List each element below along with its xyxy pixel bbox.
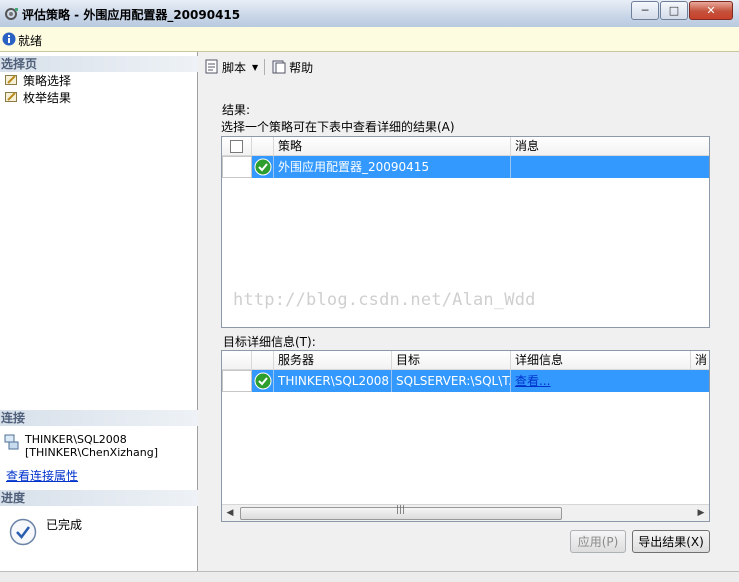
help-button[interactable]: 帮助	[269, 59, 315, 76]
window-title: 评估策略 - 外围应用配置器_20090415	[22, 8, 241, 22]
connection-server: THINKER\SQL2008	[25, 433, 127, 446]
message-column-header[interactable]: 消息	[511, 137, 709, 155]
status-cell	[252, 370, 274, 392]
close-icon: ✕	[706, 4, 716, 17]
target-details-label: 目标详细信息(T):	[223, 335, 316, 349]
page-icon	[5, 92, 17, 102]
minimize-button[interactable]: ─	[631, 1, 659, 20]
details-grid-header: 服务器 目标 详细信息 消	[222, 351, 709, 370]
details-cell: 查看...	[511, 370, 709, 392]
view-details-link[interactable]: 查看...	[515, 374, 550, 388]
page-item-policy-selection[interactable]: 策略选择	[5, 72, 71, 88]
results-grid-header: 策略 消息	[222, 137, 709, 156]
target-column-header[interactable]: 目标	[392, 351, 511, 369]
page-item-label: 枚举结果	[23, 90, 72, 105]
message-cell	[511, 156, 709, 178]
script-icon	[205, 59, 218, 74]
table-row[interactable]: THINKER\SQL2008 SQLSERVER:\SQL\T... 查看..…	[222, 370, 709, 392]
maximize-icon: □	[668, 4, 680, 17]
results-label: 结果:	[222, 103, 251, 117]
page-item-label: 策略选择	[23, 73, 72, 88]
select-all-cell	[222, 137, 252, 155]
info-icon	[2, 32, 16, 46]
left-pane: 选择页 策略选择 枚举结果 连接 THINKER\SQL2008 [THINKE…	[0, 52, 198, 571]
results-instruction: 选择一个策略可在下表中查看详细的结果(A)	[221, 120, 455, 134]
horizontal-scrollbar[interactable]: ◀ ||| ▶	[222, 504, 709, 521]
window-bottom-edge	[0, 571, 739, 582]
message-column-header-truncated[interactable]: 消	[691, 351, 709, 369]
help-icon	[272, 60, 286, 74]
policy-column-header[interactable]: 策略	[274, 137, 511, 155]
policy-cell: 外围应用配置器_20090415	[274, 156, 511, 178]
success-check-icon	[254, 372, 272, 390]
target-cell: SQLSERVER:\SQL\T...	[392, 370, 511, 392]
details-blank-header	[222, 351, 252, 369]
status-bar: 就绪	[0, 27, 739, 52]
select-all-checkbox[interactable]	[230, 140, 243, 153]
view-connection-properties-link[interactable]: 查看连接属性	[6, 467, 78, 484]
status-column-header	[252, 137, 274, 155]
completed-icon	[9, 518, 37, 546]
details-status-header	[252, 351, 274, 369]
scrollbar-thumb[interactable]: |||	[240, 505, 562, 520]
page-item-enumeration-results[interactable]: 枚举结果	[5, 89, 71, 105]
status-text: 就绪	[18, 34, 43, 48]
close-button[interactable]: ✕	[689, 1, 733, 20]
toolbar-separator	[264, 59, 266, 75]
row-checkbox-cell[interactable]	[222, 156, 252, 178]
page-icon	[5, 75, 17, 85]
chevron-down-icon: ▼	[252, 62, 259, 72]
target-details-grid[interactable]: 服务器 目标 详细信息 消 THINKER\SQL2008 SQLSERVER:…	[221, 350, 710, 522]
script-button[interactable]: 脚本 ▼	[202, 59, 260, 76]
select-page-header: 选择页	[0, 56, 198, 72]
title-bar: 评估策略 - 外围应用配置器_20090415 ─ □ ✕	[0, 0, 739, 28]
connection-header: 连接	[0, 410, 198, 426]
maximize-button[interactable]: □	[660, 1, 688, 20]
server-icon	[4, 434, 19, 450]
progress-header: 进度	[0, 490, 198, 506]
row-blank-cell	[222, 370, 252, 392]
export-results-button[interactable]: 导出结果(X)	[632, 530, 710, 553]
scroll-right-icon[interactable]: ▶	[693, 505, 709, 521]
apply-button[interactable]: 应用(P)	[570, 530, 626, 553]
script-label: 脚本	[222, 60, 247, 75]
grip-icon: |||	[396, 505, 406, 515]
right-pane: 脚本 ▼ 帮助 结果: 选择一个策略可在下表中查看详细的结果(A) 策略 消息	[198, 52, 739, 571]
table-row[interactable]: 外围应用配置器_20090415	[222, 156, 709, 178]
toolbar: 脚本 ▼ 帮助	[202, 56, 315, 78]
server-column-header[interactable]: 服务器	[274, 351, 392, 369]
scroll-left-icon[interactable]: ◀	[222, 505, 238, 521]
success-check-icon	[254, 158, 272, 176]
help-label: 帮助	[289, 60, 314, 75]
minimize-icon: ─	[641, 4, 649, 17]
progress-status: 已完成	[46, 518, 83, 532]
server-cell: THINKER\SQL2008	[274, 370, 392, 392]
watermark: http://blog.csdn.net/Alan_Wdd	[233, 290, 536, 310]
connection-user: [THINKER\ChenXizhang]	[25, 446, 158, 459]
evaluate-policy-icon	[5, 8, 18, 20]
details-column-header[interactable]: 详细信息	[511, 351, 691, 369]
status-cell	[252, 156, 274, 178]
